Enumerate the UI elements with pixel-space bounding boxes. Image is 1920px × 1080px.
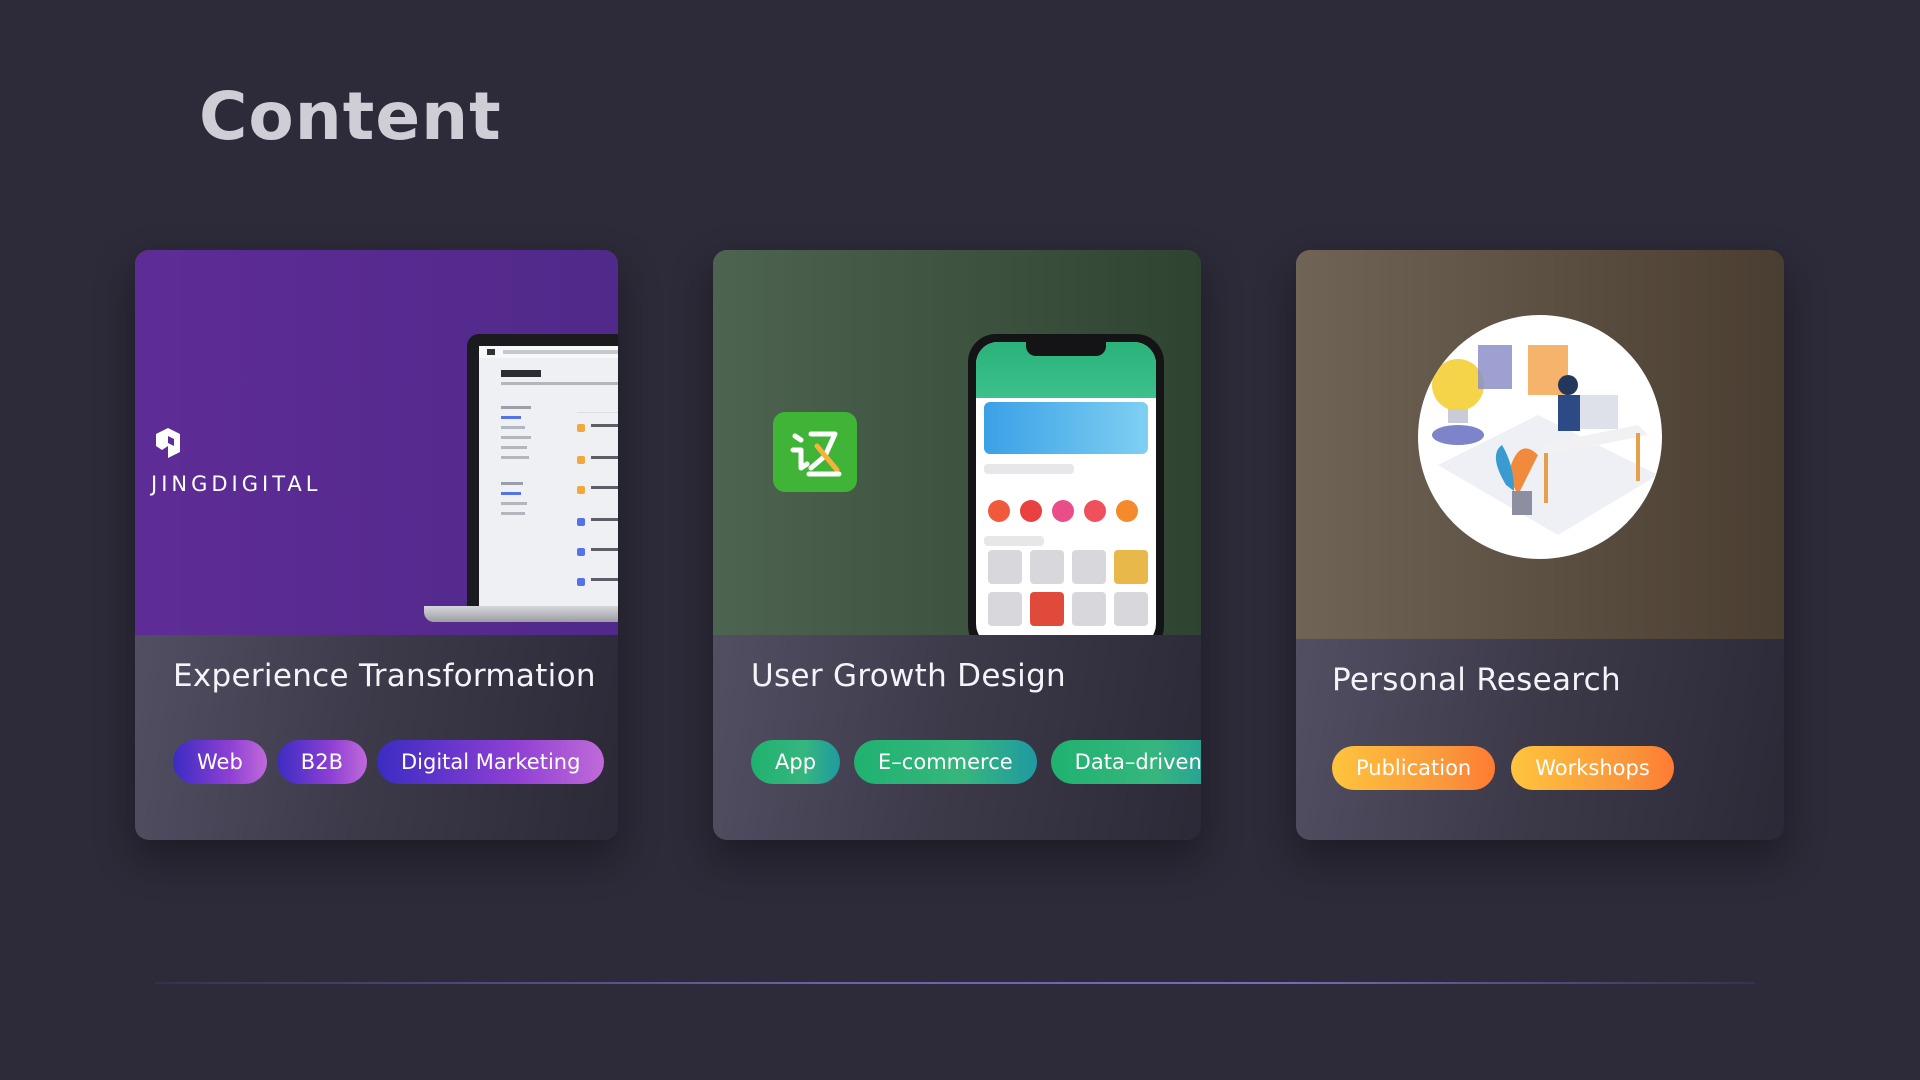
- tag-digital-marketing[interactable]: Digital Marketing: [376, 740, 605, 784]
- dashboard-screenshot: [479, 346, 618, 586]
- card-title: Personal Research: [1332, 662, 1621, 698]
- tag-app[interactable]: App: [751, 740, 841, 784]
- card-title: User Growth Design: [751, 658, 1067, 694]
- logo-text: JINGDIGITAL: [151, 472, 322, 496]
- tag-web[interactable]: Web: [173, 740, 267, 784]
- card-thumbnail: [1296, 250, 1784, 639]
- tag-list: App E–commerce Data–driven: [751, 740, 1201, 784]
- project-card-user-growth-design[interactable]: User Growth Design App E–commerce Data–d…: [713, 250, 1201, 840]
- tag-b2b[interactable]: B2B: [276, 740, 367, 784]
- research-illustration: [1418, 315, 1662, 559]
- jingdigital-logo-icon: [156, 428, 180, 458]
- tag-list: Web B2B Digital Marketing: [173, 740, 605, 784]
- project-card-experience-transformation[interactable]: JINGDIGITAL Experience Transformation We…: [135, 250, 618, 840]
- tag-list: Publication Workshops: [1332, 746, 1674, 790]
- card-thumbnail: JINGDIGITAL: [135, 250, 618, 635]
- phone-mockup: [968, 334, 1164, 635]
- fanli-app-icon: [790, 431, 842, 477]
- jingdigital-logo: JINGDIGITAL: [151, 426, 321, 496]
- page-title: Content: [199, 78, 502, 155]
- section-divider: [155, 982, 1755, 984]
- card-title: Experience Transformation: [173, 658, 596, 694]
- tag-publication[interactable]: Publication: [1332, 746, 1496, 790]
- project-card-personal-research[interactable]: Personal Research Publication Workshops: [1296, 250, 1784, 840]
- tag-data-driven[interactable]: Data–driven: [1050, 740, 1201, 784]
- tag-e-commerce[interactable]: E–commerce: [854, 740, 1037, 784]
- tag-workshops[interactable]: Workshops: [1511, 746, 1674, 790]
- app-icon: [773, 412, 857, 492]
- laptop-mockup: [331, 334, 618, 629]
- card-thumbnail: [713, 250, 1201, 635]
